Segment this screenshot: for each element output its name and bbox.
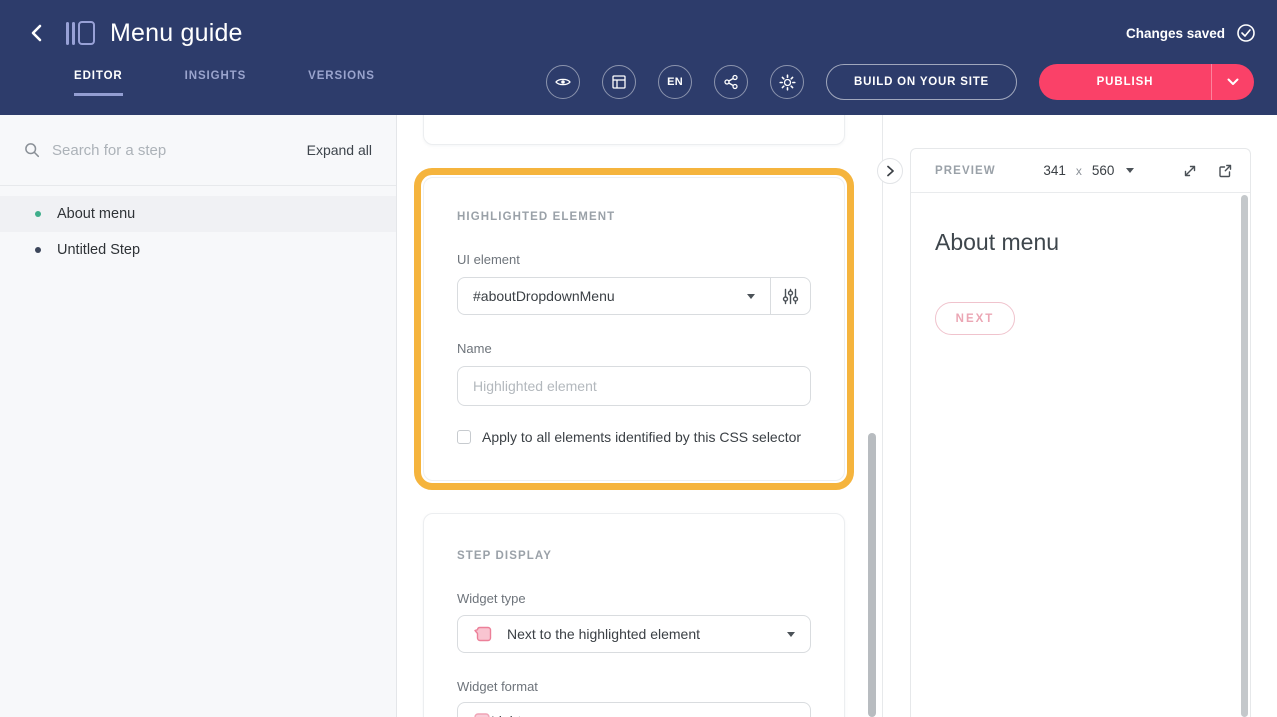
steps-sidebar: Expand all About menu Untitled Step <box>0 115 397 717</box>
changes-saved-status: Changes saved <box>1126 23 1256 43</box>
changes-saved-label: Changes saved <box>1126 26 1225 41</box>
step-status-dot <box>35 211 41 217</box>
editor-scrollbar-thumb[interactable] <box>868 433 876 717</box>
gear-icon <box>779 74 796 91</box>
highlighted-element-card: HIGHLIGHTED ELEMENT UI element #aboutDro… <box>423 177 845 481</box>
sliders-icon <box>782 288 799 305</box>
highlighted-element-outline: HIGHLIGHTED ELEMENT UI element #aboutDro… <box>414 168 854 490</box>
expand-all-link[interactable]: Expand all <box>307 142 372 158</box>
ui-element-value: #aboutDropdownMenu <box>473 288 615 304</box>
preview-header: PREVIEW 341 x 560 <box>911 149 1250 193</box>
checkbox-unchecked[interactable] <box>457 430 471 444</box>
share-icon <box>723 74 739 90</box>
chevron-right-icon <box>886 165 895 177</box>
back-button[interactable] <box>20 16 54 50</box>
step-status-dot <box>35 247 41 253</box>
build-on-your-site-button[interactable]: BUILD ON YOUR SITE <box>826 64 1017 100</box>
preview-eye-button[interactable] <box>546 65 580 99</box>
ui-element-label: UI element <box>457 252 811 267</box>
preview-next-button[interactable]: NEXT <box>935 302 1015 335</box>
widget-format-select[interactable]: Light <box>457 702 811 717</box>
widget-type-value: Next to the highlighted element <box>507 626 700 642</box>
ui-element-select[interactable]: #aboutDropdownMenu <box>458 278 770 314</box>
element-name-input[interactable] <box>457 366 811 406</box>
widget-type-label: Widget type <box>457 591 811 606</box>
step-label: About menu <box>57 206 135 222</box>
step-list: About menu Untitled Step <box>0 186 396 268</box>
preview-header-icons <box>1182 163 1233 179</box>
selector-settings-button[interactable] <box>770 278 810 314</box>
widget-type-select[interactable]: Next to the highlighted element <box>457 615 811 653</box>
header-actions: EN BUILD ON YOUR SITE <box>546 64 1254 100</box>
section-title: STEP DISPLAY <box>457 514 811 562</box>
check-circle-icon <box>1236 23 1256 43</box>
step-search-input[interactable] <box>52 142 307 159</box>
apply-all-label: Apply to all elements identified by this… <box>482 429 801 445</box>
name-label: Name <box>457 341 811 356</box>
viewport-height: 560 <box>1092 163 1115 178</box>
chevron-left-icon <box>28 24 46 42</box>
section-title: HIGHLIGHTED ELEMENT <box>457 178 811 223</box>
layout-icon <box>611 74 627 90</box>
collapse-preview-button[interactable] <box>877 158 903 184</box>
chevron-down-icon <box>787 632 795 637</box>
preview-body: About menu NEXT <box>911 193 1250 717</box>
widget-format-label: Widget format <box>457 679 811 694</box>
share-button[interactable] <box>714 65 748 99</box>
viewport-width: 341 <box>1043 163 1066 178</box>
widget-format-value: Light <box>491 713 521 717</box>
tab-insights[interactable]: INSIGHTS <box>185 70 247 96</box>
eye-icon <box>554 73 572 91</box>
tab-versions[interactable]: VERSIONS <box>308 70 375 96</box>
tooltip-bubble-icon <box>473 624 493 644</box>
preview-step-title: About menu <box>911 193 1250 256</box>
tab-editor[interactable]: EDITOR <box>74 70 123 96</box>
app-logo-icon <box>62 16 98 50</box>
title-group: Menu guide <box>20 16 243 50</box>
external-link-icon <box>1217 163 1233 179</box>
step-item-about-menu[interactable]: About menu <box>0 196 396 232</box>
ui-element-select-group: #aboutDropdownMenu <box>457 277 811 315</box>
search-icon <box>24 142 40 158</box>
viewport-size-dropdown[interactable]: 341 x 560 <box>1043 163 1134 178</box>
settings-button[interactable] <box>770 65 804 99</box>
expand-preview-button[interactable] <box>1182 163 1198 179</box>
step-display-card: STEP DISPLAY Widget type Next to the hig… <box>423 513 845 717</box>
publish-label: PUBLISH <box>1039 76 1211 88</box>
header-tabs: EDITOR INSIGHTS VERSIONS <box>74 70 375 96</box>
step-editor-area: HIGHLIGHTED ELEMENT UI element #aboutDro… <box>398 115 883 717</box>
step-label: Untitled Step <box>57 242 140 258</box>
language-button[interactable]: EN <box>658 65 692 99</box>
chevron-down-icon <box>747 294 755 299</box>
expand-arrows-icon <box>1182 163 1198 179</box>
preview-title: PREVIEW <box>935 165 996 177</box>
previous-settings-card <box>423 115 845 145</box>
publish-dropdown-toggle[interactable] <box>1212 78 1254 86</box>
chevron-down-icon <box>1227 78 1239 86</box>
layout-button[interactable] <box>602 65 636 99</box>
guide-title: Menu guide <box>110 19 243 48</box>
open-in-new-tab-button[interactable] <box>1217 163 1233 179</box>
preview-panel: PREVIEW 341 x 560 <box>910 148 1251 717</box>
publish-button[interactable]: PUBLISH <box>1039 64 1254 100</box>
size-separator: x <box>1076 164 1082 178</box>
preview-scrollbar-thumb[interactable] <box>1241 195 1248 717</box>
apply-all-checkbox-row[interactable]: Apply to all elements identified by this… <box>457 429 811 445</box>
app-header: Menu guide Changes saved EDITOR INSIGHTS… <box>0 0 1277 115</box>
format-swatch-icon <box>473 712 491 717</box>
chevron-down-icon <box>1126 168 1134 173</box>
step-search-row: Expand all <box>0 115 396 186</box>
step-item-untitled-step[interactable]: Untitled Step <box>0 232 396 268</box>
